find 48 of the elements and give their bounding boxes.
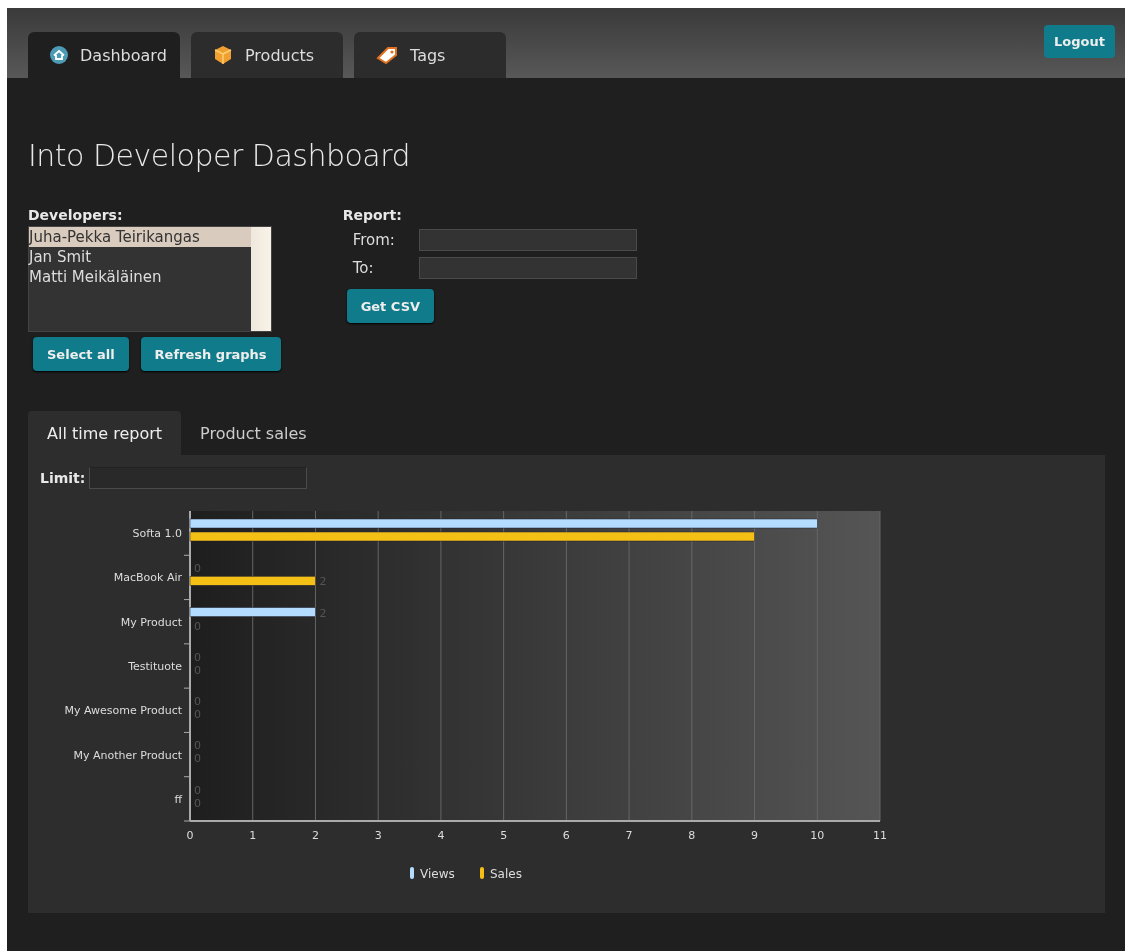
x-tick-label: 8 <box>688 829 696 842</box>
x-tick-label: 1 <box>249 829 257 842</box>
x-tick-label: 9 <box>751 829 759 842</box>
category-label: Testituote <box>128 660 182 673</box>
x-tick-label: 3 <box>374 829 382 842</box>
tag-icon <box>376 46 398 64</box>
category-label: My Product <box>120 615 182 629</box>
date-field[interactable] <box>418 257 637 279</box>
x-tick-label: 4 <box>437 829 445 842</box>
category-label: My Another Product <box>73 748 182 762</box>
x-tick-label: 0 <box>186 829 194 842</box>
field-label: To: <box>352 259 375 277</box>
x-tick-label: 2 <box>311 829 319 842</box>
get-csv-button[interactable]: Get CSV <box>346 289 435 323</box>
legend-label: Views <box>420 867 455 881</box>
page-title: Into Developer Dashboard <box>28 138 412 173</box>
limit-field[interactable] <box>89 467 308 489</box>
report-label: Report: <box>342 207 403 223</box>
logout-button[interactable]: Logout <box>1044 25 1115 58</box>
action-button[interactable]: Refresh graphs <box>140 337 281 371</box>
category-label: MacBook Air <box>113 571 182 585</box>
nav-tab[interactable]: Products <box>191 32 343 78</box>
x-tick-label: 10 <box>810 829 825 842</box>
x-tick-label: 5 <box>500 829 508 842</box>
action-button[interactable]: Select all <box>33 337 129 371</box>
scrollbar[interactable] <box>251 227 271 331</box>
category-label: Softa 1.0 <box>132 527 182 541</box>
home-icon <box>50 46 68 64</box>
box-icon <box>213 45 233 65</box>
date-field[interactable] <box>418 229 637 251</box>
list-item[interactable]: Jan Smit <box>29 247 251 267</box>
category-label: My Awesome Product <box>64 704 182 718</box>
legend-swatch <box>480 867 484 879</box>
developers-list[interactable]: Juha-Pekka Teirikangas Jan Smit Matti Meikäläinen <box>28 226 272 332</box>
report-tab[interactable]: All time report <box>28 411 182 455</box>
nav-tab[interactable]: Tags <box>354 32 506 78</box>
x-tick-label: 7 <box>625 829 633 842</box>
legend-label: Sales <box>490 867 522 881</box>
nav-tab[interactable]: Dashboard <box>28 32 180 78</box>
developers-label: Developers: <box>28 207 124 223</box>
legend-swatch <box>410 867 414 879</box>
category-label: ff <box>174 792 182 806</box>
x-tick-label: 6 <box>562 829 570 842</box>
x-tick-label: 11 <box>873 829 887 842</box>
list-item[interactable]: Matti Meikäläinen <box>29 267 251 287</box>
limit-label: Limit: <box>40 470 86 486</box>
field-label: From: <box>352 231 396 249</box>
list-item[interactable]: Juha-Pekka Teirikangas <box>29 227 251 247</box>
